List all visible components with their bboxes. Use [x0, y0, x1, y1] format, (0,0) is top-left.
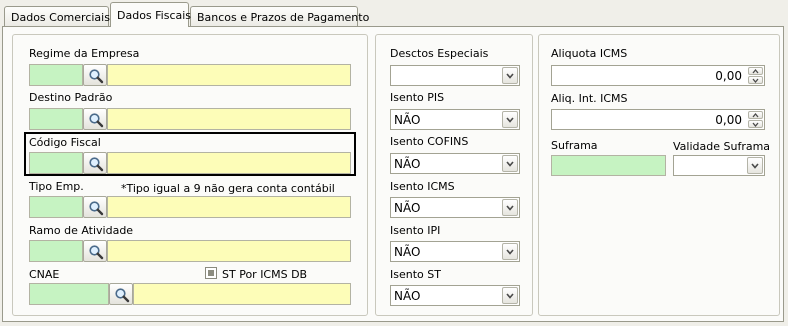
- aliquota-icms-value: 0,00: [715, 69, 742, 83]
- destino-description-field[interactable]: [107, 108, 351, 130]
- chevron-down-icon[interactable]: [502, 67, 518, 84]
- isento-pis-value: NÃO: [394, 113, 421, 127]
- magnifier-icon: [89, 69, 104, 84]
- tab-bancos-prazos[interactable]: Bancos e Prazos de Pagamento: [190, 6, 369, 26]
- aliquota-icms-spinner[interactable]: [748, 67, 763, 84]
- tipo-emp-code-field[interactable]: [29, 196, 83, 218]
- magnifier-icon: [89, 157, 104, 172]
- chevron-down-icon[interactable]: [502, 111, 518, 128]
- destino-code-field[interactable]: [29, 108, 83, 130]
- chevron-down-icon[interactable]: [502, 287, 518, 304]
- spin-up-icon[interactable]: [748, 111, 763, 119]
- tipo-emp-search-button[interactable]: [83, 196, 107, 218]
- chevron-down-icon[interactable]: [502, 243, 518, 260]
- codigo-fiscal-label: Código Fiscal: [29, 136, 101, 149]
- chevron-down-icon[interactable]: [502, 199, 518, 216]
- st-por-icms-db-checkbox[interactable]: [205, 267, 217, 279]
- aliq-int-icms-value: 0,00: [715, 113, 742, 127]
- spin-down-icon[interactable]: [748, 120, 763, 128]
- st-por-icms-db-label: ST Por ICMS DB: [222, 268, 308, 281]
- isento-icms-label: Isento ICMS: [390, 180, 455, 193]
- tab-bar: Dados Comerciais Dados Fiscais Bancos e …: [0, 0, 788, 27]
- tab-dados-comerciais[interactable]: Dados Comerciais: [4, 6, 110, 26]
- tipo-emp-label: Tipo Emp.: [29, 180, 84, 193]
- checkbox-indeterminate-mark: [208, 270, 214, 276]
- regime-description-field[interactable]: [107, 64, 351, 86]
- spin-up-icon[interactable]: [748, 67, 763, 75]
- group-icms-suframa: Aliquota ICMS 0,00 Aliq. Int. ICMS 0,00 …: [538, 34, 780, 316]
- isento-icms-value: NÃO: [394, 201, 421, 215]
- aliq-int-icms-field[interactable]: 0,00: [551, 109, 765, 130]
- desctos-especiais-select[interactable]: [390, 65, 520, 86]
- isento-cofins-select[interactable]: NÃO: [390, 153, 520, 174]
- isento-ipi-label: Isento IPI: [390, 224, 441, 237]
- cnae-label: CNAE: [29, 268, 60, 281]
- isento-st-value: NÃO: [394, 289, 421, 303]
- tipo-emp-note: *Tipo igual a 9 não gera conta contábil: [121, 182, 335, 195]
- codigo-fiscal-description-field[interactable]: [107, 152, 351, 174]
- chevron-down-icon[interactable]: [747, 157, 763, 174]
- cnae-code-field[interactable]: [29, 283, 109, 305]
- aliquota-icms-label: Aliquota ICMS: [551, 47, 628, 60]
- isento-cofins-value: NÃO: [394, 157, 421, 171]
- group-fiscal-codes: Regime da Empresa Destino Padrão Código …: [12, 34, 368, 316]
- codigo-fiscal-search-button[interactable]: [83, 152, 107, 174]
- destino-search-button[interactable]: [83, 108, 107, 130]
- aliq-int-icms-spinner[interactable]: [748, 111, 763, 128]
- suframa-field[interactable]: [551, 155, 666, 176]
- cnae-description-field[interactable]: [133, 283, 351, 305]
- desctos-especiais-label: Desctos Especiais: [390, 47, 489, 60]
- validade-suframa-select[interactable]: [673, 155, 765, 176]
- tab-page-dados-fiscais: Regime da Empresa Destino Padrão Código …: [2, 26, 784, 322]
- isento-pis-select[interactable]: NÃO: [390, 109, 520, 130]
- validade-suframa-label: Validade Suframa: [673, 140, 771, 153]
- isento-pis-label: Isento PIS: [390, 91, 445, 104]
- cnae-search-button[interactable]: [109, 283, 133, 305]
- magnifier-icon: [89, 113, 104, 128]
- chevron-down-icon[interactable]: [502, 155, 518, 172]
- regime-code-field[interactable]: [29, 64, 83, 86]
- group-isencoes: Desctos Especiais Isento PIS NÃO Isento …: [375, 34, 533, 316]
- aliq-int-icms-label: Aliq. Int. ICMS: [551, 92, 628, 105]
- isento-icms-select[interactable]: NÃO: [390, 197, 520, 218]
- isento-st-select[interactable]: NÃO: [390, 285, 520, 306]
- magnifier-icon: [89, 245, 104, 260]
- ramo-atividade-code-field[interactable]: [29, 240, 83, 262]
- magnifier-icon: [89, 201, 104, 216]
- magnifier-icon: [115, 288, 130, 303]
- regime-label: Regime da Empresa: [29, 47, 140, 60]
- regime-search-button[interactable]: [83, 64, 107, 86]
- isento-ipi-select[interactable]: NÃO: [390, 241, 520, 262]
- ramo-atividade-search-button[interactable]: [83, 240, 107, 262]
- aliquota-icms-field[interactable]: 0,00: [551, 65, 765, 86]
- ramo-atividade-description-field[interactable]: [107, 240, 351, 262]
- ramo-atividade-label: Ramo de Atividade: [29, 224, 134, 237]
- spin-down-icon[interactable]: [748, 76, 763, 84]
- tab-dados-fiscais[interactable]: Dados Fiscais: [110, 2, 191, 27]
- suframa-label: Suframa: [551, 139, 598, 152]
- tipo-emp-description-field[interactable]: [107, 196, 351, 218]
- isento-cofins-label: Isento COFINS: [390, 135, 469, 148]
- isento-st-label: Isento ST: [390, 268, 441, 281]
- destino-label: Destino Padrão: [29, 91, 113, 104]
- isento-ipi-value: NÃO: [394, 245, 421, 259]
- codigo-fiscal-code-field[interactable]: [29, 152, 83, 174]
